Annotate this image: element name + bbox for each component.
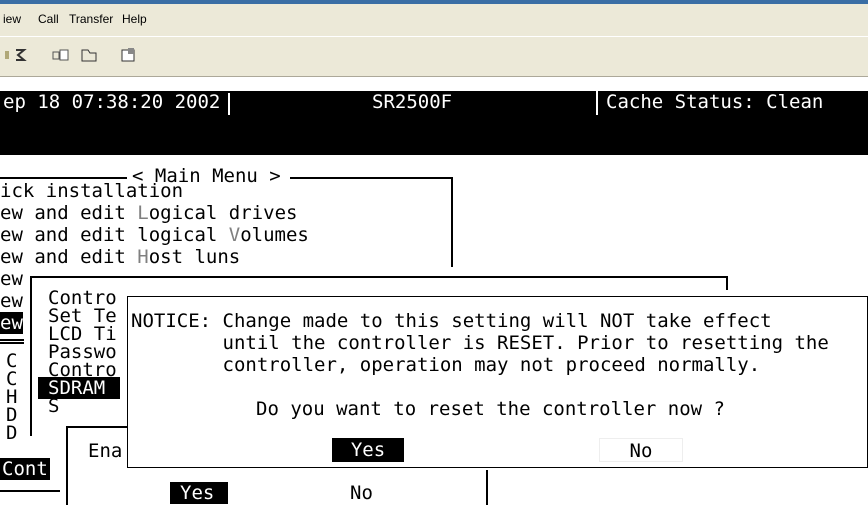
main-menu-border-top-left <box>0 177 127 179</box>
left-letter: D <box>6 422 18 444</box>
menu-item-fragment[interactable]: ew <box>0 290 23 312</box>
divider-line <box>0 490 60 492</box>
menu-help[interactable]: Help <box>122 12 147 26</box>
submenu-border-right <box>726 276 728 290</box>
enable-dialog-divider <box>486 470 488 505</box>
notice-line-2: until the controller is RESET. Prior to … <box>131 332 829 354</box>
main-menu-border-top-right <box>290 177 452 179</box>
status-cache: Cache Status: Clean <box>596 91 868 115</box>
menu-item-quick-installation[interactable]: ick installation <box>0 180 183 202</box>
menu-item-controller[interactable]: Cont <box>0 458 50 480</box>
menu-call[interactable]: Call <box>38 12 59 26</box>
submenu-border-left <box>30 276 32 436</box>
menu-view[interactable]: iew <box>3 12 21 26</box>
status-datetime: ep 18 07:38:20 2002 <box>0 91 228 115</box>
toolbar-separator <box>0 74 868 77</box>
status-model: SR2500F <box>372 91 453 113</box>
submenu-item[interactable]: S <box>48 395 59 417</box>
status-divider <box>228 93 230 115</box>
notice-question: Do you want to reset the controller now … <box>256 398 725 420</box>
reset-yes-button[interactable]: Yes <box>332 438 404 462</box>
enable-dialog-label: Ena <box>88 440 123 462</box>
disconnect-icon[interactable] <box>52 47 70 63</box>
toolbar <box>0 36 868 75</box>
divider-line <box>0 339 24 341</box>
properties-icon[interactable] <box>120 47 138 63</box>
menu-bar: iew Call Transfer Help <box>0 0 868 36</box>
enable-no-button[interactable]: No <box>350 482 373 504</box>
menu-item-host-luns[interactable]: ew and edit Host luns <box>0 246 240 268</box>
connect-icon[interactable] <box>12 47 30 63</box>
menu-transfer[interactable]: Transfer <box>69 12 113 26</box>
notice-line-3: controller, operation may not proceed no… <box>131 354 761 376</box>
enable-yes-button[interactable]: Yes <box>170 482 228 504</box>
enable-dialog-border-left <box>66 426 68 505</box>
title-bar-edge <box>0 0 868 4</box>
enable-dialog-border-top <box>66 426 128 428</box>
notice-line-1: NOTICE: Change made to this setting will… <box>131 310 772 332</box>
status-bar-bg <box>0 115 868 155</box>
reset-no-button[interactable]: No <box>599 438 683 462</box>
main-menu-border-right <box>451 177 453 267</box>
menu-item-fragment[interactable]: ew <box>0 268 23 290</box>
menu-item-logical-drives[interactable]: ew and edit Logical drives <box>0 202 297 224</box>
divider-line <box>0 342 24 344</box>
submenu-border-top <box>30 276 728 278</box>
send-icon[interactable] <box>80 47 98 63</box>
menu-item-fragment-selected[interactable]: ew <box>0 312 23 334</box>
menu-item-logical-volumes[interactable]: ew and edit logical Volumes <box>0 224 309 246</box>
